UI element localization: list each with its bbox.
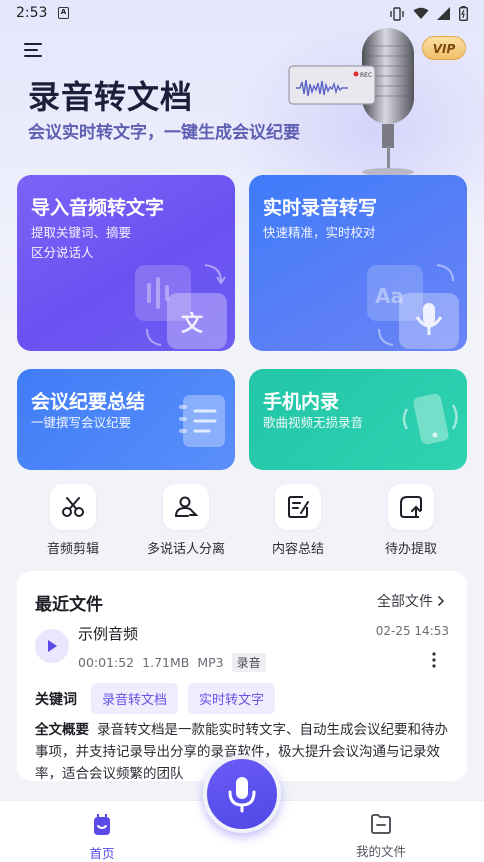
- phone-record-card[interactable]: 手机内录 歌曲视频无损录音: [249, 369, 467, 470]
- speaker-icon: [175, 496, 199, 517]
- more-options-icon[interactable]: [431, 651, 437, 669]
- tool-label: 内容总结: [271, 542, 324, 557]
- meeting-summary-title: 会议纪要总结: [31, 391, 146, 413]
- file-duration: 00:01:52: [78, 655, 135, 670]
- text-mic-icon: Aa: [367, 264, 459, 349]
- recent-files-title: 最近文件: [35, 595, 103, 615]
- live-transcribe-desc: 快速精准，实时校对: [263, 225, 376, 240]
- note-icon: [288, 496, 309, 518]
- phone-record-desc: 歌曲视频无损录音: [263, 415, 364, 430]
- tool-label: 待办提取: [384, 542, 437, 557]
- svg-text:文: 文: [181, 311, 204, 337]
- meeting-summary-desc: 一键撰写会议纪要: [31, 415, 132, 430]
- record-button[interactable]: [203, 755, 281, 833]
- nav-home[interactable]: 首页: [62, 813, 142, 862]
- all-files-label: 全部文件: [377, 594, 433, 610]
- import-audio-desc-2: 区分说话人: [31, 245, 94, 260]
- vip-badge[interactable]: VIP: [422, 36, 466, 60]
- file-size: 1.71MB: [142, 655, 190, 670]
- recent-files-panel: 最近文件 全部文件 示例音频 02-25 14:53 00:01:52 1.71…: [17, 571, 467, 781]
- status-icons: [389, 6, 468, 21]
- folder-icon: [371, 814, 391, 834]
- nav-files[interactable]: 我的文件: [341, 813, 421, 860]
- battery-icon: [459, 6, 468, 21]
- all-files-link[interactable]: 全部文件: [377, 591, 445, 611]
- file-name[interactable]: 示例音频: [78, 623, 138, 644]
- wifi-icon: [413, 7, 429, 19]
- app-subtitle: 会议实时转文字，一键生成会议纪要: [28, 123, 300, 143]
- phone-record-title: 手机内录: [263, 391, 340, 413]
- phone-sound-icon: [402, 393, 458, 445]
- import-audio-title: 导入音频转文字: [31, 197, 165, 219]
- file-date: 02-25 14:53: [375, 624, 449, 638]
- tool-label: 音频剪辑: [46, 542, 99, 557]
- summary-label: 全文概要: [35, 722, 89, 738]
- menu-icon[interactable]: [24, 42, 44, 58]
- home-icon: [94, 814, 110, 835]
- microphone-icon: [228, 777, 256, 813]
- live-transcribe-title: 实时录音转写: [263, 197, 378, 219]
- rec-label: REC: [360, 72, 372, 79]
- app-title: 录音转文档: [28, 78, 194, 116]
- status-time: 2:53: [16, 5, 48, 21]
- file-format: MP3: [197, 655, 224, 670]
- notification-icon: A: [58, 7, 69, 19]
- notebook-icon: [179, 395, 225, 447]
- tool-speaker-separation[interactable]: 多说话人分离: [131, 484, 241, 557]
- nav-home-label: 首页: [89, 846, 115, 861]
- signal-icon: [437, 7, 450, 20]
- meeting-summary-card[interactable]: 会议纪要总结 一键撰写会议纪要: [17, 369, 235, 470]
- tool-audio-edit[interactable]: 音频剪辑: [18, 484, 128, 557]
- status-bar: 2:53 A: [0, 0, 484, 28]
- keyword-chip[interactable]: 录音转文档: [91, 683, 179, 714]
- tool-label: 多说话人分离: [146, 542, 225, 557]
- vibrate-icon: [390, 6, 404, 21]
- nav-files-label: 我的文件: [355, 844, 406, 859]
- file-tag: 录音: [231, 653, 266, 672]
- tool-content-summary[interactable]: 内容总结: [243, 484, 353, 557]
- audio-to-text-icon: 文: [135, 264, 227, 349]
- import-audio-desc-1: 提取关键词、摘要: [31, 225, 132, 240]
- tool-todo-extract[interactable]: 待办提取: [356, 484, 466, 557]
- import-audio-card[interactable]: 导入音频转文字 提取关键词、摘要 区分说话人 文: [17, 175, 235, 351]
- keyword-chip[interactable]: 实时转文字: [188, 683, 276, 714]
- keywords-label: 关键词: [35, 691, 77, 708]
- tools-row: 音频剪辑 多说话人分离 内容总结 待办提取: [0, 484, 484, 557]
- chevron-right-icon: [437, 595, 445, 607]
- play-icon: [48, 640, 57, 652]
- keywords-row: 关键词 录音转文档 实时转文字: [35, 683, 276, 714]
- todo-icon: [400, 496, 422, 518]
- live-transcribe-card[interactable]: 实时录音转写 快速精准，实时校对 Aa: [249, 175, 467, 351]
- play-button[interactable]: [35, 629, 69, 663]
- scissors-icon: [62, 497, 84, 517]
- file-meta: 00:01:52 1.71MB MP3 录音: [78, 653, 266, 672]
